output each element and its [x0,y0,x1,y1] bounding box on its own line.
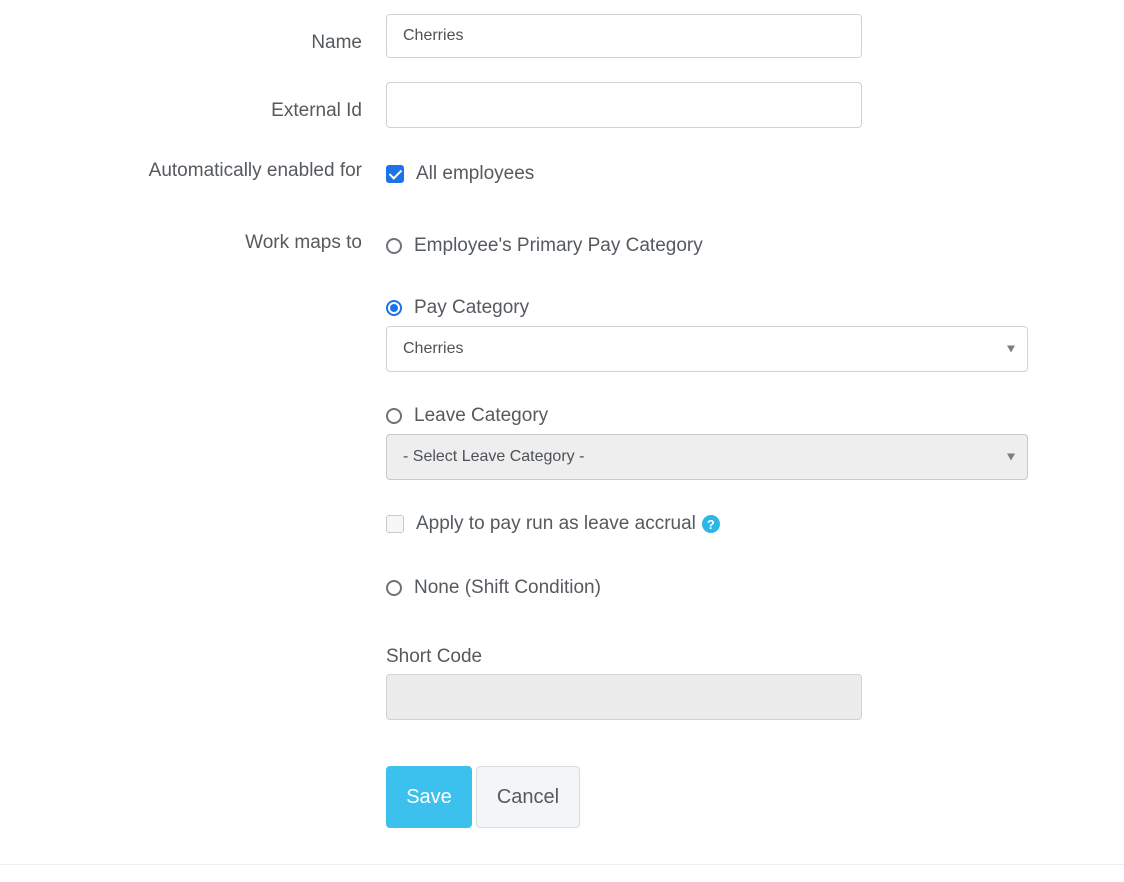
short-code-label: Short Code [386,646,483,667]
chevron-down-icon [1007,345,1015,353]
apply-leave-accrual-label: Apply to pay run as leave accrual [416,513,696,534]
none-shift-condition-label: None (Shift Condition) [414,577,601,598]
chevron-down-icon [1007,453,1015,461]
leave-category-select[interactable]: - Select Leave Category - [386,434,1028,480]
cancel-button[interactable]: Cancel [476,766,580,828]
name-input[interactable] [386,14,862,58]
pay-category-select-value: Cherries [403,340,464,357]
primary-pay-category-label: Employee's Primary Pay Category [414,235,703,256]
all-employees-label: All employees [416,163,535,184]
external-id-input[interactable] [386,82,862,128]
leave-category-label: Leave Category [414,405,549,426]
save-button[interactable]: Save [386,766,472,828]
option-pay-category[interactable]: Pay Category [386,297,529,319]
divider [0,864,1124,865]
help-icon[interactable]: ? [701,515,720,533]
primary-pay-category-radio[interactable] [386,238,402,254]
name-label: Name [311,32,362,53]
apply-leave-accrual-checkbox[interactable] [386,515,404,533]
auto-enabled-label: Automatically enabled for [148,160,362,181]
pay-category-label: Pay Category [414,297,530,318]
apply-leave-accrual-option[interactable]: Apply to pay run as leave accrual ? [386,513,720,535]
all-employees-option[interactable]: All employees [386,163,534,185]
option-leave-category[interactable]: Leave Category [386,405,548,427]
pay-category-form: Name External Id Automatically enabled f… [0,0,1124,882]
pay-category-radio[interactable] [386,300,402,316]
leave-category-radio[interactable] [386,408,402,424]
leave-category-select-value: - Select Leave Category - [403,448,585,465]
pay-category-select[interactable]: Cherries [386,326,1028,372]
all-employees-checkbox[interactable] [386,165,404,183]
option-none-shift-condition[interactable]: None (Shift Condition) [386,577,601,599]
option-primary-pay-category[interactable]: Employee's Primary Pay Category [386,235,703,257]
work-maps-to-label: Work maps to [245,232,362,253]
external-id-label: External Id [271,100,362,121]
none-shift-condition-radio[interactable] [386,580,402,596]
short-code-input[interactable] [386,674,862,720]
